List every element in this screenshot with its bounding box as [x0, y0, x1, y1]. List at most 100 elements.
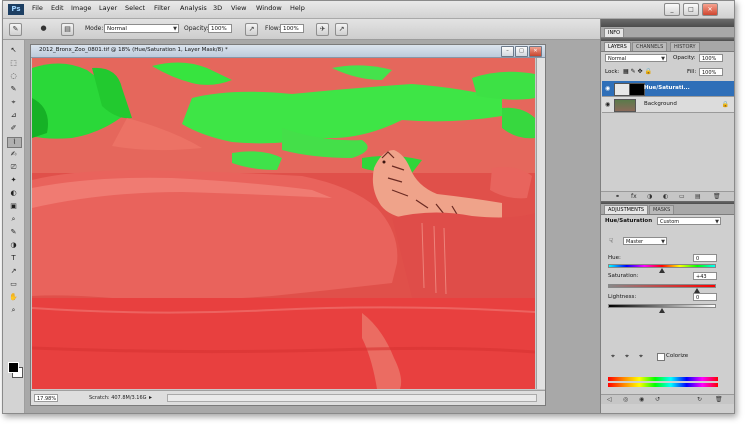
layer-mask-thumbnail[interactable] — [629, 83, 645, 96]
eyedropper-plus-icon[interactable]: ⌖ — [625, 352, 629, 361]
healing-brush-tool-icon[interactable]: ✐ — [7, 124, 20, 133]
foreground-color-swatch[interactable] — [8, 362, 19, 373]
pressure-size-icon[interactable]: ↗ — [335, 23, 348, 36]
dodge-tool-icon[interactable]: ⌕ — [7, 215, 20, 224]
clone-stamp-tool-icon[interactable]: ✍ — [7, 150, 20, 159]
menu-edit[interactable]: Edit — [51, 4, 64, 12]
menu-select[interactable]: Select — [125, 4, 145, 12]
preset-dropdown[interactable]: Custom ▼ — [657, 217, 721, 225]
adjustments-tab-row: ADJUSTMENTS MASKS — [601, 204, 734, 215]
channel-dropdown[interactable]: Master ▼ — [623, 237, 667, 245]
new-layer-icon[interactable]: ▤ — [695, 193, 701, 200]
menu-analysis[interactable]: Analysis — [180, 4, 207, 12]
shape-tool-icon[interactable]: ▭ — [7, 280, 20, 289]
lock-icons[interactable]: ▦ ✎ ✥ 🔒 — [623, 68, 652, 75]
menu-file[interactable]: File — [32, 4, 43, 12]
brush-tool-preset-icon[interactable]: ✎ — [9, 23, 22, 36]
colorize-checkbox[interactable] — [657, 353, 665, 361]
new-adjustment-layer-icon[interactable]: ◐ — [663, 193, 668, 200]
visibility-icon[interactable]: ◉ — [639, 396, 644, 403]
gradient-tool-icon[interactable]: ◐ — [7, 189, 20, 198]
eye-icon[interactable]: ◉ — [605, 101, 610, 108]
hue-slider-thumb[interactable] — [659, 268, 665, 273]
horizontal-scrollbar[interactable] — [167, 394, 537, 402]
menu-image[interactable]: Image — [71, 4, 91, 12]
new-group-icon[interactable]: ▭ — [679, 193, 685, 200]
hand-tool-icon[interactable]: ✋ — [7, 293, 20, 302]
brush-tool-icon[interactable]: ⌇ — [7, 137, 22, 148]
crop-tool-icon[interactable]: ⌖ — [7, 98, 20, 107]
vertical-scrollbar[interactable] — [536, 58, 545, 389]
layer-style-icon[interactable]: fx — [631, 193, 637, 200]
preset-value: Custom — [660, 219, 680, 225]
brush-size-icon[interactable]: ● — [38, 23, 49, 34]
doc-minimize-button[interactable]: – — [501, 46, 514, 57]
targeted-adjustment-icon[interactable]: ☟ — [609, 237, 613, 245]
doc-close-button[interactable]: ✕ — [529, 46, 542, 57]
hue-field[interactable]: 0 — [693, 254, 717, 262]
view-previous-icon[interactable]: ↺ — [655, 396, 660, 403]
zoom-tool-icon[interactable]: ⌕ — [7, 306, 20, 315]
layer-row-background[interactable]: ◉ Background 🔒 — [602, 97, 734, 113]
menu-help[interactable]: Help — [290, 4, 305, 12]
opacity-field[interactable]: 100% — [208, 24, 232, 33]
saturation-field[interactable]: +43 — [693, 272, 717, 280]
move-tool-icon[interactable]: ↖ — [7, 46, 20, 55]
lightness-field[interactable]: 0 — [693, 293, 717, 301]
minimize-button[interactable]: _ — [664, 3, 680, 16]
layer-opacity-field[interactable]: 100% — [699, 54, 723, 62]
eraser-tool-icon[interactable]: ✦ — [7, 176, 20, 185]
eye-icon[interactable]: ◉ — [605, 85, 610, 92]
blur-tool-icon[interactable]: ▣ — [7, 202, 20, 211]
layer-row-hue-saturation[interactable]: ◉ Hue/Saturati... — [602, 81, 734, 97]
colorize-label: Colorize — [666, 353, 689, 359]
reset-icon[interactable]: ↻ — [697, 396, 702, 403]
eyedropper-minus-icon[interactable]: ⌖ — [639, 352, 643, 361]
pen-tool-icon[interactable]: ✎ — [7, 228, 20, 237]
lasso-tool-icon[interactable]: ◌ — [7, 72, 20, 81]
eyedropper-tool-icon[interactable]: ⊿ — [7, 111, 20, 120]
trash-icon[interactable]: 🗑 — [715, 396, 723, 403]
blend-mode-dropdown[interactable]: Normal ▼ — [605, 54, 667, 62]
marquee-tool-icon[interactable]: ⬚ — [7, 59, 20, 68]
zoom-field[interactable]: 17.98% — [34, 394, 58, 402]
close-button[interactable]: ✕ — [702, 3, 718, 16]
type-tool-icon[interactable]: T — [7, 254, 20, 263]
burn-tool-icon[interactable]: ◑ — [7, 241, 20, 250]
flow-field[interactable]: 100% — [280, 24, 304, 33]
menu-layer[interactable]: Layer — [99, 4, 117, 12]
doc-maximize-button[interactable]: □ — [515, 46, 528, 57]
menu-view[interactable]: View — [231, 4, 246, 12]
saturation-label: Saturation: — [608, 273, 639, 279]
tab-layers[interactable]: LAYERS — [604, 42, 631, 51]
channel-value: Master — [626, 239, 644, 245]
path-selection-tool-icon[interactable]: ↗ — [7, 267, 20, 276]
tab-info[interactable]: INFO — [604, 28, 625, 37]
eyedropper-icon[interactable]: ⌖ — [611, 352, 615, 361]
document-tab[interactable]: 2012_Bronx_Zoo_0801.tif @ 18% (Hue/Satur… — [31, 45, 545, 58]
airbrush-icon[interactable]: ✈ — [316, 23, 329, 36]
lightness-slider-thumb[interactable] — [659, 308, 665, 313]
image-canvas[interactable] — [32, 58, 535, 389]
history-brush-tool-icon[interactable]: ⎚ — [7, 163, 20, 172]
add-mask-icon[interactable]: ◑ — [647, 193, 652, 200]
tab-adjustments[interactable]: ADJUSTMENTS — [604, 205, 649, 214]
brush-panel-toggle-icon[interactable]: ▤ — [61, 23, 74, 36]
tab-masks[interactable]: MASKS — [649, 205, 675, 214]
menu-3d[interactable]: 3D — [213, 4, 222, 12]
tab-history[interactable]: HISTORY — [670, 42, 700, 51]
fill-field[interactable]: 100% — [699, 68, 723, 76]
mode-dropdown[interactable]: Normal ▼ — [104, 24, 179, 33]
trash-icon[interactable]: 🗑 — [713, 193, 721, 200]
status-menu-arrow-icon[interactable]: ▸ — [149, 394, 152, 401]
menu-filter[interactable]: Filter — [154, 4, 170, 12]
menu-window[interactable]: Window — [256, 4, 282, 12]
lock-label: Lock: — [605, 69, 620, 75]
quick-selection-tool-icon[interactable]: ✎ — [7, 85, 20, 94]
link-layers-icon[interactable]: ⚭ — [615, 193, 620, 200]
return-icon[interactable]: ◁ — [607, 396, 612, 403]
pressure-opacity-icon[interactable]: ↗ — [245, 23, 258, 36]
tab-channels[interactable]: CHANNELS — [632, 42, 668, 51]
clip-to-layer-icon[interactable]: ◎ — [623, 396, 628, 403]
maximize-button[interactable]: □ — [683, 3, 699, 16]
